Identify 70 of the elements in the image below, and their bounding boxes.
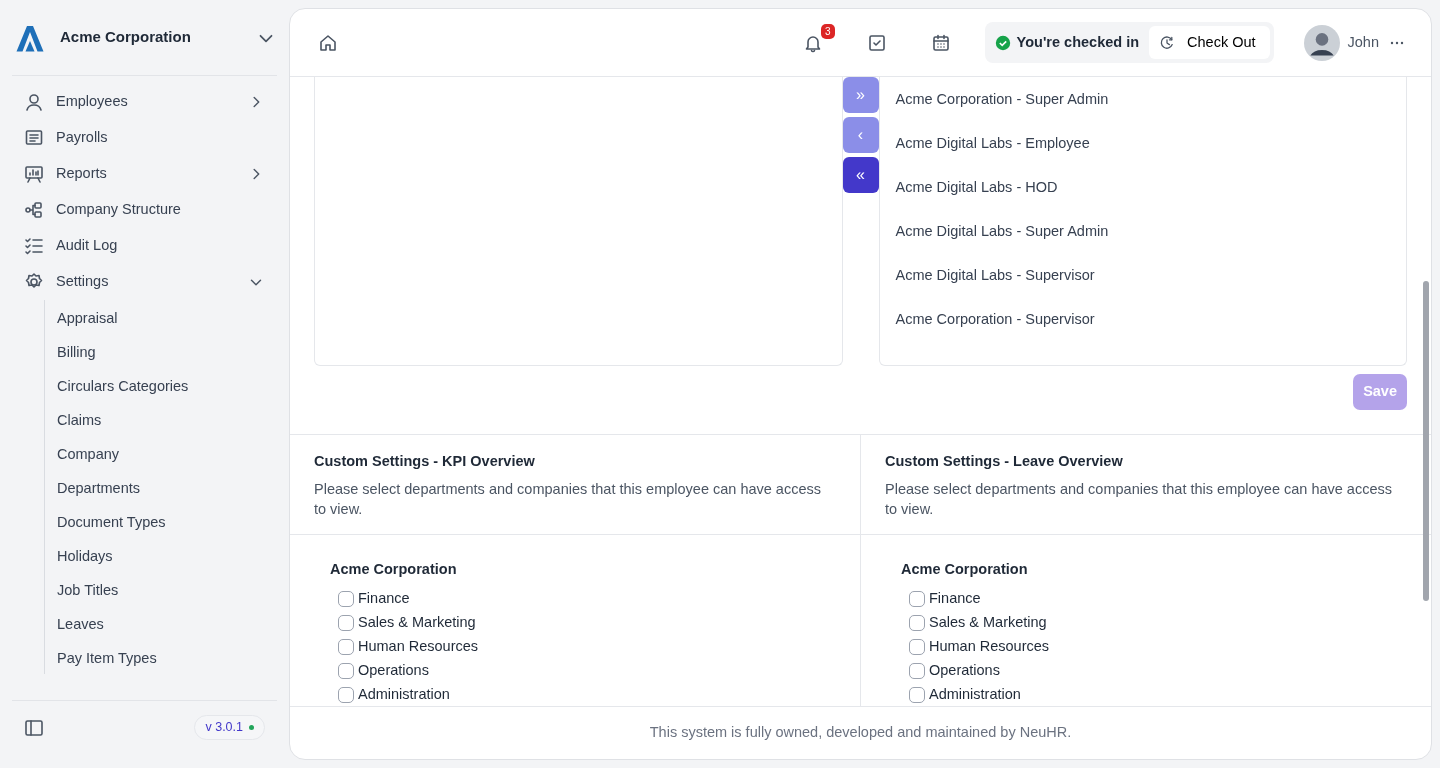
checkbox-icon <box>866 32 887 53</box>
section-description: Please select departments and companies that this employee can have access to view. <box>314 479 822 519</box>
sidebar-item[interactable]: Reports <box>12 156 277 192</box>
checkbox[interactable] <box>338 662 354 679</box>
checkbox-label: Human Resources <box>358 636 479 656</box>
checkbox-label: Sales & Marketing <box>929 612 1047 632</box>
checkbox-label: Finance <box>358 588 410 608</box>
checkbox-label: Operations <box>929 660 1000 680</box>
home-icon <box>318 32 338 53</box>
submenu-item[interactable]: Appraisal <box>45 300 124 334</box>
section-title: Custom Settings - KPI Overview <box>314 452 536 471</box>
sidebar-item[interactable]: Settings <box>12 264 277 300</box>
checkbox-label: Finance <box>929 588 981 608</box>
avatar-icon <box>1303 24 1340 61</box>
checkbox-label: Sales & Marketing <box>358 612 476 632</box>
check-out-button[interactable]: Check Out <box>1149 25 1270 60</box>
checkbox[interactable] <box>909 662 925 679</box>
checkbox-label: Administration <box>358 684 450 704</box>
submenu-item[interactable]: Document Types <box>45 504 172 538</box>
user-name: John <box>1347 32 1379 52</box>
check-circle-icon <box>994 34 1011 51</box>
checkbox[interactable] <box>338 614 354 631</box>
submenu-item[interactable]: Job Titles <box>45 572 125 606</box>
person-icon <box>24 92 44 112</box>
submenu-item[interactable]: Claims <box>45 402 108 436</box>
transfer-button[interactable]: « <box>842 157 879 193</box>
sidebar-item[interactable]: Employees <box>12 84 277 120</box>
list-item[interactable]: Acme Digital Labs - HOD <box>879 165 1406 209</box>
submenu-item[interactable]: Departments <box>45 470 146 504</box>
checkbox[interactable] <box>338 590 354 607</box>
submenu-item[interactable]: Holidays <box>45 538 119 572</box>
list-item[interactable]: Acme Digital Labs - Employee <box>879 121 1406 165</box>
receipt-icon <box>24 128 44 148</box>
company-heading: Acme Corporation <box>330 560 458 579</box>
checkbox-label: Administration <box>929 684 1021 704</box>
checkbox-label: Human Resources <box>929 636 1050 656</box>
list-item[interactable]: Acme Corporation - Supervisor <box>879 297 1406 341</box>
checkbox[interactable] <box>909 590 925 607</box>
checkbox[interactable] <box>909 638 925 655</box>
submenu-item[interactable]: Pay Item Types <box>45 640 163 674</box>
sidebar-item[interactable]: Company Structure <box>12 192 277 228</box>
list-item[interactable]: Acme Digital Labs - Supervisor <box>879 253 1406 297</box>
section-title: Custom Settings - Leave Overview <box>885 452 1124 471</box>
hierarchy-icon <box>24 200 44 220</box>
company-name: Acme Corporation <box>60 27 192 48</box>
checkbox[interactable] <box>909 614 925 631</box>
submenu-item[interactable]: Leaves <box>45 606 110 640</box>
checkbox[interactable] <box>338 638 354 655</box>
checkbox[interactable] <box>909 686 925 703</box>
check-in-status: You're checked in <box>988 31 1140 54</box>
checklist-icon <box>24 236 44 256</box>
checkbox[interactable] <box>338 686 354 703</box>
company-heading: Acme Corporation <box>901 560 1029 579</box>
scrollbar[interactable] <box>1423 281 1429 601</box>
list-item[interactable]: Acme Digital Labs - Super Admin <box>879 209 1406 253</box>
calendar-icon <box>930 32 951 53</box>
sidebar-item[interactable]: Payrolls <box>12 120 277 156</box>
notification-count: 3 <box>821 23 835 39</box>
sidebar-item[interactable]: Audit Log <box>12 228 277 264</box>
section-description: Please select departments and companies that this employee can have access to view. <box>885 479 1393 519</box>
submenu-item[interactable]: Billing <box>45 334 102 368</box>
sidebar-toggle-icon[interactable] <box>24 717 44 738</box>
submenu-item[interactable]: Company <box>45 436 126 470</box>
presentation-board-icon <box>24 164 44 184</box>
list-item[interactable]: Acme Corporation - Super Admin <box>879 77 1406 121</box>
checkbox-label: Operations <box>358 660 429 680</box>
submenu-item[interactable]: Circulars Categories <box>45 368 195 402</box>
footer-text: This system is fully owned, developed and maintained by NeuHR. <box>290 706 1431 759</box>
version-badge: v 3.0.1 <box>194 715 265 740</box>
clock-icon <box>1159 34 1176 51</box>
